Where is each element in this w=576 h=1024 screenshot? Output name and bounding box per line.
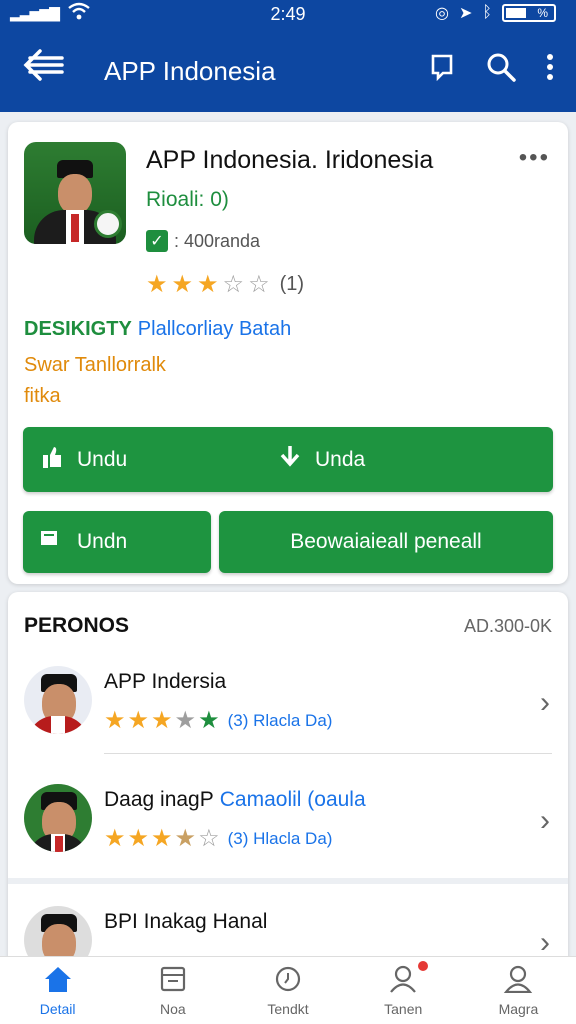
app-avatar: [24, 142, 126, 244]
description-line: fitka: [24, 385, 61, 407]
nav-item-detail[interactable]: Detail: [0, 957, 115, 1024]
star-icon: ★: [151, 707, 173, 734]
person-name-text: Daag inagP: [104, 788, 214, 811]
search-icon[interactable]: [486, 52, 516, 89]
rating-label: (3) Hlacla Da): [227, 828, 333, 848]
large-action-button[interactable]: Beowaiaieall peneall: [219, 511, 553, 573]
person-name: APP Indersia: [104, 670, 227, 693]
description-line: Swar Tanllorralk: [24, 354, 166, 376]
small-action-label: Undn: [77, 530, 128, 553]
person-name: Daag inagP Camaolil (oaula: [104, 788, 366, 812]
notification-icon[interactable]: [430, 53, 456, 88]
home-icon: [43, 965, 73, 999]
document-icon: [39, 529, 61, 555]
back-arrow-icon[interactable]: [22, 48, 64, 89]
alarm-icon: ◎: [435, 5, 449, 22]
list-item[interactable]: APP Indersia ★ ★ ★ ★ ★ (3) Rlacla Da) ›: [8, 654, 568, 772]
app-title: APP Indonesia. Iridonesia: [146, 146, 434, 174]
section-title: PERONOS: [24, 614, 130, 637]
star-icon: ★: [151, 825, 173, 852]
page-title: APP Indonesia: [104, 56, 276, 86]
battery-icon: %: [502, 4, 556, 22]
more-vert-icon[interactable]: [546, 53, 554, 88]
nav-item-noa[interactable]: Noa: [115, 957, 230, 1024]
avatar: [24, 666, 92, 734]
chevron-right-icon[interactable]: ›: [540, 686, 550, 720]
star-icon: ★: [174, 707, 197, 734]
app-detail-card: APP Indonesia. Iridonesia ••• Rioali: 0)…: [8, 122, 568, 584]
star-icon: ★: [127, 825, 150, 852]
nav-label: Tanen: [384, 1000, 423, 1017]
nav-label: Magra: [498, 1000, 539, 1017]
more-horiz-icon[interactable]: •••: [519, 144, 550, 172]
emblem-icon: [94, 210, 122, 238]
divider: [8, 878, 568, 884]
status-icons: ◎ ➤ ᛒ %: [435, 3, 556, 23]
star-empty-icon: ☆: [248, 271, 270, 298]
app-rating: ★ ★ ★ ☆ ☆ (1): [146, 270, 304, 299]
tag-blue[interactable]: Plallcorliay Batah: [138, 318, 291, 340]
star-icon: ★: [104, 707, 126, 734]
thumbs-up-icon: [41, 445, 63, 475]
app-tags: DESIKIGTY Plallcorliay Batah: [24, 318, 291, 341]
person-name: BPI Inakag Hanal: [104, 910, 268, 933]
download-button[interactable]: Unda: [279, 445, 365, 475]
calendar-icon: [159, 965, 187, 999]
app-bar: APP Indonesia: [0, 28, 576, 112]
nav-label: Detail: [39, 1000, 76, 1017]
person-rating: ★ ★ ★ ★ ★ (3) Rlacla Da): [104, 706, 332, 735]
app-description: Swar Tanllorralk fitka: [24, 350, 166, 412]
battery-label: %: [537, 6, 548, 20]
nav-item-magra[interactable]: Magra: [461, 957, 576, 1024]
person-rating: ★ ★ ★ ★ ☆ (3) Hlacla Da): [104, 824, 332, 853]
like-button[interactable]: Undu: [41, 445, 127, 475]
avatar: [24, 784, 92, 852]
clock-icon: [274, 965, 302, 999]
list-item[interactable]: Daag inagP Camaolil (oaula ★ ★ ★ ★ ☆ (3) …: [8, 772, 568, 890]
chevron-right-icon[interactable]: ›: [540, 926, 550, 960]
nav-item-tanen[interactable]: Tanen: [346, 957, 461, 1024]
person-icon: [503, 965, 533, 999]
star-empty-icon: ☆: [198, 825, 220, 852]
star-icon: ★: [197, 271, 219, 298]
location-icon: ➤: [458, 5, 473, 22]
small-action-button[interactable]: Undn: [23, 511, 211, 573]
bluetooth-icon: ᛒ: [482, 4, 492, 21]
user-icon: [388, 958, 431, 999]
verified-row: ✓ : 400randa: [146, 230, 260, 252]
rating-count: (1): [279, 273, 305, 295]
chevron-right-icon[interactable]: ›: [540, 804, 550, 838]
star-icon: ★: [146, 271, 168, 298]
app-subtitle: Rioali: 0): [146, 188, 229, 211]
check-icon: ✓: [146, 230, 168, 252]
like-download-bar: Undu Unda: [23, 427, 553, 492]
star-icon: ★: [171, 271, 194, 298]
like-label: Undu: [77, 447, 128, 471]
star-icon: ★: [127, 707, 150, 734]
nav-label: Noa: [159, 1000, 186, 1017]
nav-item-tendkt[interactable]: Tendkt: [230, 957, 345, 1024]
bottom-navigation: Detail Noa Tendkt Tanen Magra: [0, 956, 576, 1024]
notification-badge: [416, 958, 431, 973]
tag-green: DESIKIGTY: [24, 318, 132, 340]
download-label: Unda: [315, 447, 366, 471]
verified-text: : 400randa: [174, 230, 261, 251]
section-count: AD.300-0K: [463, 616, 552, 636]
large-action-label: Beowaiaieall peneall: [290, 530, 482, 553]
divider: [104, 753, 552, 754]
nav-label: Tendkt: [267, 1000, 309, 1017]
star-half-icon: ★: [174, 825, 197, 852]
star-icon: ★: [198, 707, 220, 734]
star-half-icon: ☆: [222, 271, 245, 298]
star-icon: ★: [104, 825, 126, 852]
person-name-extra[interactable]: Camaolil (oaula: [220, 788, 366, 811]
rating-label: (3) Rlacla Da): [227, 710, 333, 730]
status-bar: ▂▃▅▆▇ 2:49 ◎ ➤ ᛒ %: [0, 0, 576, 28]
download-icon: [279, 445, 301, 475]
